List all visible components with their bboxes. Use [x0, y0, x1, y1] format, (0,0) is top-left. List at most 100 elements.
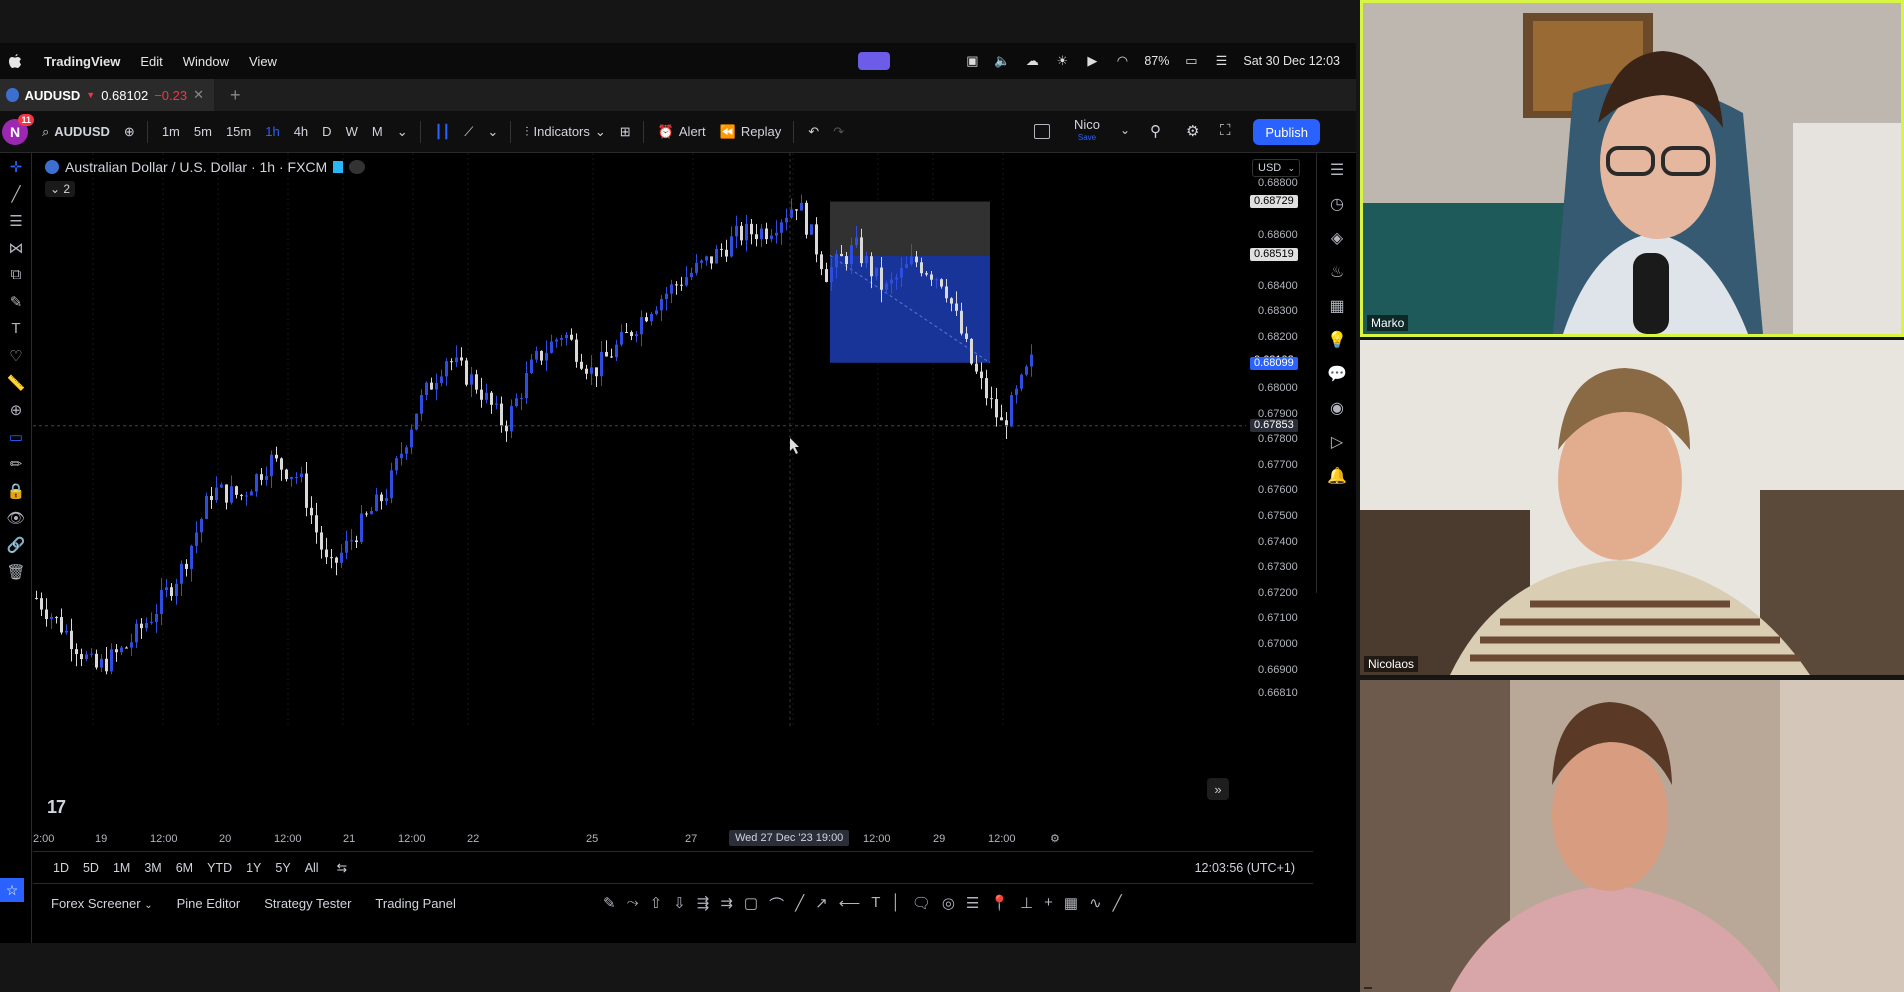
- lock-icon[interactable]: 🔒: [0, 477, 32, 504]
- currency-select[interactable]: USD ⌄: [1252, 159, 1300, 177]
- notion-icon[interactable]: ▣: [964, 54, 980, 68]
- fib-retracement-icon[interactable]: ☰: [0, 207, 32, 234]
- interval-5m[interactable]: 5m: [194, 124, 212, 139]
- brush-icon[interactable]: ╱: [1113, 894, 1122, 915]
- long-position-icon[interactable]: ⇶: [697, 894, 710, 915]
- layout-dropdown-icon[interactable]: ⌄: [1120, 123, 1130, 137]
- tab-audusd[interactable]: AUDUSD ▼ 0.68102 −0.23 ✕: [0, 79, 214, 111]
- cloud-icon[interactable]: ☁: [1024, 54, 1040, 68]
- menu-edit[interactable]: Edit: [140, 54, 162, 69]
- interval-15m[interactable]: 15m: [226, 124, 251, 139]
- menu-window[interactable]: Window: [183, 54, 229, 69]
- chart-type-dropdown-icon[interactable]: ⌄: [487, 124, 498, 140]
- quick-search-icon[interactable]: ⚲: [1150, 122, 1161, 140]
- tab-pine-editor[interactable]: Pine Editor: [177, 896, 241, 911]
- interval-m[interactable]: M: [372, 124, 383, 139]
- trendline-icon[interactable]: ╱: [0, 180, 32, 207]
- range-1m[interactable]: 1M: [113, 861, 130, 875]
- favorite-drawings-icon[interactable]: ♡: [0, 342, 32, 369]
- apple-icon[interactable]: [8, 53, 22, 69]
- chart-clock[interactable]: 12:03:56 (UTC+1): [1195, 861, 1295, 875]
- text-icon[interactable]: T: [871, 894, 880, 915]
- ruler-icon[interactable]: 📏: [0, 369, 32, 396]
- indicator-toggle[interactable]: ⌄ 2: [45, 181, 76, 197]
- streams-icon[interactable]: ◉: [1317, 391, 1356, 425]
- chart-pane[interactable]: Australian Dollar / U.S. Dollar · 1h · F…: [33, 153, 1313, 828]
- compare-symbol-icon[interactable]: ⊕: [124, 124, 135, 140]
- axis-settings-icon[interactable]: ⚙: [1050, 832, 1060, 845]
- stay-in-drawing-mode-icon[interactable]: ✏: [0, 450, 32, 477]
- trash-icon[interactable]: 🗑: [0, 558, 32, 585]
- replay-play-icon[interactable]: ▷: [1317, 425, 1356, 459]
- control-center-icon[interactable]: ☰: [1213, 54, 1229, 68]
- replay-button[interactable]: ⏪ Replay: [720, 124, 782, 140]
- pin-icon[interactable]: 📍: [990, 894, 1009, 915]
- interval-4h[interactable]: 4h: [294, 124, 308, 139]
- watchlist-icon[interactable]: ☰: [1317, 153, 1356, 187]
- tab-forex-screener[interactable]: Forex Screener ⌄: [51, 896, 153, 911]
- magnet-icon[interactable]: ▭: [0, 423, 32, 450]
- callout-icon[interactable]: 🗨: [912, 894, 931, 915]
- crosshair-icon[interactable]: ✛: [0, 153, 32, 180]
- more-options-icon[interactable]: [349, 160, 366, 174]
- object-tree-icon[interactable]: ◈: [1317, 221, 1356, 255]
- interval-1m[interactable]: 1m: [162, 124, 180, 139]
- arrow-up-icon[interactable]: ⇧: [650, 894, 663, 915]
- undo-icon[interactable]: ↶: [808, 124, 819, 140]
- line-chart-icon[interactable]: ⟋: [464, 124, 473, 140]
- brightness-icon[interactable]: ☀: [1054, 54, 1070, 68]
- candlestick-chart[interactable]: [33, 153, 1313, 828]
- menu-app-name[interactable]: TradingView: [44, 54, 120, 69]
- vertical-line-icon[interactable]: │: [891, 894, 900, 915]
- pencil-icon[interactable]: ✎: [603, 894, 616, 915]
- fullscreen-icon[interactable]: ⛶: [1220, 122, 1231, 139]
- eye-icon[interactable]: 👁: [0, 504, 32, 531]
- layout-name-button[interactable]: Nico Save: [1074, 118, 1100, 144]
- projection-icon[interactable]: ⊥: [1020, 894, 1033, 915]
- range-5y[interactable]: 5Y: [275, 861, 290, 875]
- time-axis[interactable]: 2:00 19 12:00 20 12:00 21 12:00 22 25 27…: [33, 828, 1313, 850]
- interval-d[interactable]: D: [322, 124, 331, 139]
- notifications-bell-icon[interactable]: 🔔: [1317, 459, 1356, 493]
- calendar-icon[interactable]: ▦: [1317, 289, 1356, 323]
- volume-icon[interactable]: 🔈: [994, 54, 1010, 68]
- range-all[interactable]: All: [305, 861, 319, 875]
- close-tab-icon[interactable]: ✕: [193, 87, 204, 103]
- hotlists-icon[interactable]: ♨: [1317, 255, 1356, 289]
- wifi-icon[interactable]: ◠: [1114, 54, 1130, 68]
- link-icon[interactable]: 🔗: [0, 531, 32, 558]
- video-tile-participant-3[interactable]: [1360, 680, 1904, 992]
- text-tool-icon[interactable]: T: [0, 315, 32, 342]
- range-1d[interactable]: 1D: [53, 861, 69, 875]
- layout-square-icon[interactable]: [1034, 124, 1050, 139]
- range-1y[interactable]: 1Y: [246, 861, 261, 875]
- pattern-icon[interactable]: ⋈: [0, 234, 32, 261]
- scroll-to-realtime-icon[interactable]: »: [1207, 778, 1229, 800]
- alerts-clock-icon[interactable]: ◷: [1317, 187, 1356, 221]
- watchlist-star-icon[interactable]: ☆: [0, 878, 24, 902]
- range-ytd[interactable]: YTD: [207, 861, 232, 875]
- indicators-button[interactable]: ⫶ Indicators ⌄: [525, 124, 606, 140]
- interval-dropdown-icon[interactable]: ⌄: [397, 124, 408, 140]
- forecast-icon[interactable]: ⧉: [0, 261, 32, 288]
- cross-icon[interactable]: +: [1044, 894, 1053, 915]
- user-avatar[interactable]: N 11: [2, 113, 34, 145]
- alert-button[interactable]: ⏰ Alert: [658, 124, 706, 140]
- interval-1h[interactable]: 1h: [265, 124, 279, 139]
- chat-icon[interactable]: 💬: [1317, 357, 1356, 391]
- screen-share-indicator-icon[interactable]: [858, 52, 890, 70]
- wave-icon[interactable]: ∿: [1089, 894, 1102, 915]
- grid-icon[interactable]: ▦: [1064, 894, 1078, 915]
- range-5d[interactable]: 5D: [83, 861, 99, 875]
- arrow-down-icon[interactable]: ⇩: [673, 894, 686, 915]
- short-position-icon[interactable]: ⇉: [720, 894, 733, 915]
- symbol-search-button[interactable]: ⌕ AUDUSD: [42, 124, 110, 140]
- candles-icon[interactable]: ┃┃: [435, 124, 451, 140]
- battery-icon[interactable]: ▭: [1183, 54, 1199, 68]
- price-axis[interactable]: USD ⌄ 0.68800 0.68600 0.68400 0.68300 0.6820…: [1246, 153, 1314, 828]
- new-tab-icon[interactable]: +: [230, 85, 241, 106]
- path-icon[interactable]: ⤳: [627, 894, 639, 915]
- curve-icon[interactable]: ⌒: [769, 894, 784, 915]
- tab-trading-panel[interactable]: Trading Panel: [375, 896, 455, 911]
- play-icon[interactable]: ▶: [1084, 54, 1100, 68]
